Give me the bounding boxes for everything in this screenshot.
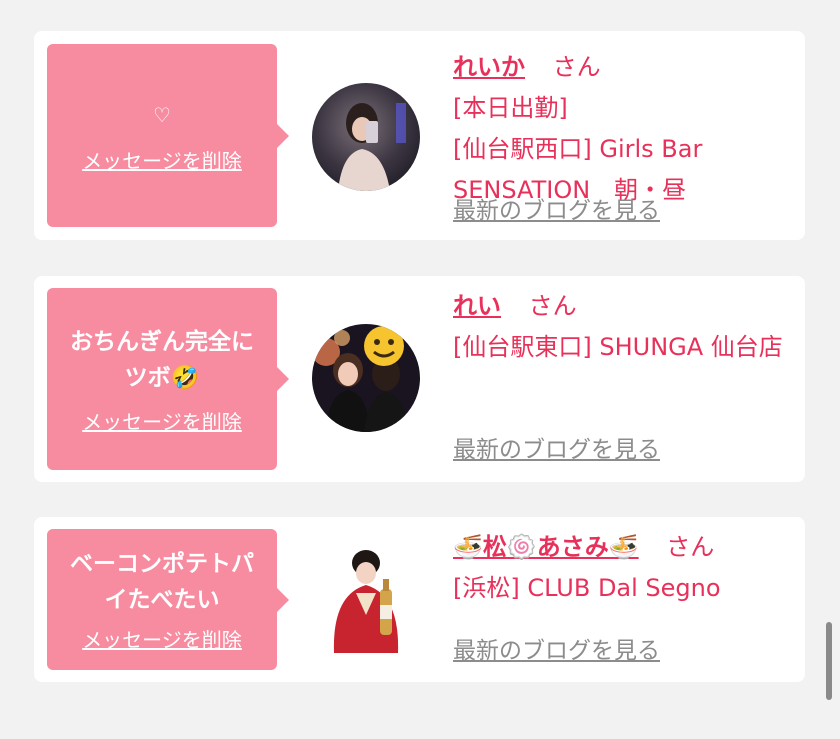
delete-message-link[interactable]: メッセージを削除: [82, 624, 242, 653]
avatar[interactable]: [316, 545, 416, 653]
shop-detail: [仙台駅東口] SHUNGA 仙台店: [453, 333, 783, 361]
cast-name-link[interactable]: れいか: [453, 53, 525, 81]
shop-detail: [浜松] CLUB Dal Segno: [453, 574, 721, 602]
latest-blog-link[interactable]: 最新のブログを見る: [453, 430, 660, 464]
favorite-card: ♡ メッセージを削除 れいか さん [本日出勤] [仙台駅西口] Girls B…: [34, 31, 805, 240]
honorific: さん: [666, 533, 715, 561]
favorites-list: ♡ メッセージを削除 れいか さん [本日出勤] [仙台駅西口] Girls B…: [0, 0, 840, 739]
avatar-photo: [312, 83, 420, 191]
message-bubble: おちんぎん完全にツボ🤣 メッセージを削除: [47, 288, 289, 470]
avatar[interactable]: [312, 83, 420, 191]
cast-name-link[interactable]: 🍜松🍥あさみ🍜: [453, 533, 639, 561]
message-text: ♡: [153, 103, 171, 127]
delete-message-link[interactable]: メッセージを削除: [82, 406, 242, 435]
message-bubble: ベーコンポテトパイたべたい メッセージを削除: [47, 529, 289, 670]
scrollbar[interactable]: [826, 622, 832, 700]
cast-name-link[interactable]: れい: [453, 292, 501, 320]
latest-blog-link[interactable]: 最新のブログを見る: [453, 191, 660, 225]
latest-blog-link[interactable]: 最新のブログを見る: [453, 631, 660, 665]
avatar-photo: [312, 324, 420, 432]
cast-info: れい さん [仙台駅東口] SHUNGA 仙台店: [453, 286, 793, 368]
cast-info: 🍜松🍥あさみ🍜 さん [浜松] CLUB Dal Segno: [453, 527, 793, 609]
message-text: おちんぎん完全にツボ🤣: [70, 328, 254, 391]
honorific: さん: [552, 53, 601, 81]
message-text: ベーコンポテトパイたべたい: [70, 551, 254, 613]
avatar-photo: [316, 545, 416, 653]
cast-info: れいか さん [本日出勤] [仙台駅西口] Girls Bar SENSATIO…: [453, 47, 793, 211]
honorific: さん: [528, 292, 577, 320]
favorite-card: おちんぎん完全にツボ🤣 メッセージを削除 れい さん [仙台駅東口] SHUNG…: [34, 276, 805, 482]
delete-message-link[interactable]: メッセージを削除: [82, 145, 242, 174]
avatar[interactable]: [312, 324, 420, 432]
message-bubble: ♡ メッセージを削除: [47, 44, 289, 227]
favorite-card: ベーコンポテトパイたべたい メッセージを削除 🍜松🍥あさみ🍜 さん [浜松] C…: [34, 517, 805, 682]
